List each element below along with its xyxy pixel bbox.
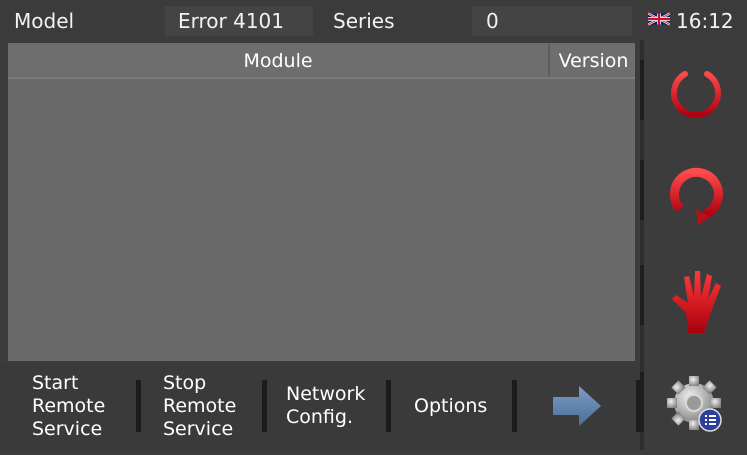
model-label: Model [14, 9, 75, 33]
column-version: Version [548, 43, 637, 77]
stop-hand-icon [671, 271, 721, 333]
clock: 16:12 [676, 9, 734, 33]
arrow-right-icon [553, 386, 601, 426]
header-bar: Model Error 4101 Series 0 [0, 0, 640, 40]
toolbar-separator [262, 380, 267, 432]
settings-button[interactable] [644, 355, 747, 455]
options-button[interactable]: Options [414, 362, 514, 450]
module-table: Module Version [8, 43, 635, 361]
table-body[interactable] [8, 79, 635, 361]
toolbar-separator [136, 380, 141, 432]
power-icon [670, 62, 721, 119]
start-remote-service-button[interactable]: Start Remote Service [32, 362, 132, 450]
toolbar-separator [512, 380, 517, 432]
status-area: 16:12 [640, 0, 747, 40]
next-page-button[interactable] [528, 362, 628, 450]
series-value: 0 [486, 9, 499, 33]
power-button[interactable] [644, 40, 747, 140]
uk-flag-icon[interactable] [648, 12, 670, 26]
model-value: Error 4101 [178, 9, 285, 33]
bottom-toolbar: Start Remote Service Stop Remote Service… [0, 362, 641, 450]
network-config-button[interactable]: Network Config. [286, 362, 386, 450]
stop-button[interactable] [644, 250, 747, 350]
series-label: Series [333, 9, 395, 33]
table-header: Module Version [8, 43, 635, 79]
restart-button[interactable] [644, 145, 747, 245]
restart-icon [669, 167, 723, 225]
stop-remote-service-button[interactable]: Stop Remote Service [163, 362, 258, 450]
toolbar-separator [636, 380, 641, 432]
toolbar-separator [386, 380, 391, 432]
gear-icon [666, 376, 722, 432]
column-module: Module [243, 50, 313, 72]
